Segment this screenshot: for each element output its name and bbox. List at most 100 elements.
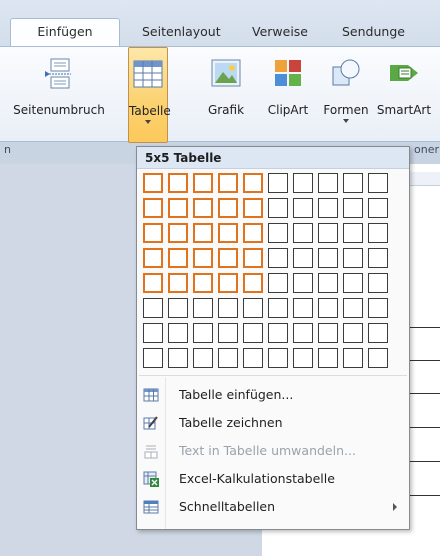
grid-cell[interactable] — [268, 348, 288, 368]
tab-sendungen[interactable]: Sendunge — [342, 22, 440, 46]
insert-table-menu-item[interactable]: Tabelle einfügen... — [137, 381, 409, 409]
grid-cell[interactable] — [293, 223, 313, 243]
grid-cell[interactable] — [293, 323, 313, 343]
grid-cell-selected[interactable] — [193, 173, 213, 193]
grid-cell-selected[interactable] — [168, 223, 188, 243]
picture-button[interactable]: Grafik — [202, 47, 250, 143]
grid-cell[interactable] — [143, 323, 163, 343]
ribbon-tab-bar: Einfügen Seitenlayout Verweise Sendunge — [0, 0, 440, 47]
grid-cell-selected[interactable] — [143, 223, 163, 243]
page-break-button[interactable]: Seitenumbruch — [0, 47, 118, 143]
grid-cell[interactable] — [343, 348, 363, 368]
grid-cell-selected[interactable] — [193, 198, 213, 218]
grid-cell[interactable] — [168, 298, 188, 318]
grid-cell[interactable] — [293, 198, 313, 218]
grid-cell[interactable] — [268, 248, 288, 268]
grid-cell[interactable] — [168, 348, 188, 368]
clipart-button[interactable]: ClipArt — [260, 47, 316, 143]
grid-cell-selected[interactable] — [168, 198, 188, 218]
grid-cell[interactable] — [143, 348, 163, 368]
quick-tables-menu-item[interactable]: Schnelltabellen — [137, 493, 409, 521]
grid-cell[interactable] — [268, 273, 288, 293]
grid-cell[interactable] — [193, 323, 213, 343]
grid-cell[interactable] — [343, 173, 363, 193]
grid-cell-selected[interactable] — [193, 248, 213, 268]
grid-cell[interactable] — [293, 348, 313, 368]
grid-cell-selected[interactable] — [218, 273, 238, 293]
grid-cell[interactable] — [268, 173, 288, 193]
grid-cell-selected[interactable] — [218, 198, 238, 218]
grid-cell-selected[interactable] — [193, 223, 213, 243]
grid-cell-selected[interactable] — [243, 198, 263, 218]
grid-cell[interactable] — [243, 348, 263, 368]
grid-cell[interactable] — [343, 248, 363, 268]
grid-cell[interactable] — [318, 273, 338, 293]
shapes-button[interactable]: Formen — [318, 47, 374, 143]
grid-cell-selected[interactable] — [218, 223, 238, 243]
grid-cell[interactable] — [218, 298, 238, 318]
grid-cell[interactable] — [218, 323, 238, 343]
grid-cell[interactable] — [293, 298, 313, 318]
grid-cell-selected[interactable] — [243, 248, 263, 268]
grid-cell[interactable] — [218, 348, 238, 368]
excel-table-menu-item[interactable]: Excel-Kalkulationstabelle — [137, 465, 409, 493]
grid-cell[interactable] — [318, 348, 338, 368]
grid-cell[interactable] — [268, 323, 288, 343]
table-dropdown-menu: 5x5 Tabelle Tabelle einfügen... Tabelle … — [136, 146, 410, 530]
grid-cell[interactable] — [343, 198, 363, 218]
chevron-right-icon — [393, 503, 397, 511]
grid-cell[interactable] — [368, 273, 388, 293]
grid-cell-selected[interactable] — [168, 248, 188, 268]
grid-cell[interactable] — [318, 223, 338, 243]
grid-cell[interactable] — [368, 323, 388, 343]
grid-cell[interactable] — [268, 298, 288, 318]
excel-table-icon — [143, 471, 159, 487]
grid-cell[interactable] — [368, 348, 388, 368]
grid-cell[interactable] — [343, 298, 363, 318]
grid-cell-selected[interactable] — [243, 273, 263, 293]
grid-cell[interactable] — [343, 273, 363, 293]
grid-cell[interactable] — [318, 298, 338, 318]
grid-cell[interactable] — [293, 173, 313, 193]
grid-cell[interactable] — [193, 348, 213, 368]
grid-cell-selected[interactable] — [243, 173, 263, 193]
grid-cell-selected[interactable] — [143, 248, 163, 268]
grid-cell-selected[interactable] — [243, 223, 263, 243]
grid-cell[interactable] — [318, 173, 338, 193]
grid-cell[interactable] — [368, 298, 388, 318]
grid-cell[interactable] — [293, 248, 313, 268]
smartart-button[interactable]: SmartArt — [374, 47, 434, 143]
grid-cell-selected[interactable] — [218, 173, 238, 193]
grid-cell[interactable] — [268, 223, 288, 243]
grid-cell-selected[interactable] — [143, 198, 163, 218]
grid-cell[interactable] — [343, 323, 363, 343]
tab-seitenlayout[interactable]: Seitenlayout — [142, 22, 221, 46]
grid-cell[interactable] — [368, 248, 388, 268]
clipart-label: ClipArt — [267, 103, 309, 117]
grid-cell[interactable] — [318, 323, 338, 343]
grid-cell[interactable] — [243, 323, 263, 343]
grid-cell[interactable] — [168, 323, 188, 343]
grid-cell[interactable] — [343, 223, 363, 243]
draw-table-menu-item[interactable]: Tabelle zeichnen — [137, 409, 409, 437]
grid-cell[interactable] — [318, 198, 338, 218]
grid-cell[interactable] — [243, 298, 263, 318]
grid-cell[interactable] — [268, 198, 288, 218]
table-button[interactable]: Tabelle — [128, 47, 171, 143]
tab-einfuegen[interactable]: Einfügen — [10, 18, 120, 47]
grid-cell-selected[interactable] — [218, 248, 238, 268]
grid-cell[interactable] — [143, 298, 163, 318]
grid-cell[interactable] — [368, 173, 388, 193]
grid-cell-selected[interactable] — [193, 273, 213, 293]
grid-cell-selected[interactable] — [143, 273, 163, 293]
grid-cell[interactable] — [193, 298, 213, 318]
menu-separator — [139, 375, 407, 376]
grid-cell[interactable] — [318, 248, 338, 268]
grid-cell[interactable] — [368, 198, 388, 218]
grid-cell[interactable] — [368, 223, 388, 243]
grid-cell-selected[interactable] — [168, 273, 188, 293]
grid-cell[interactable] — [293, 273, 313, 293]
grid-cell-selected[interactable] — [143, 173, 163, 193]
tab-verweise[interactable]: Verweise — [252, 22, 308, 46]
grid-cell-selected[interactable] — [168, 173, 188, 193]
